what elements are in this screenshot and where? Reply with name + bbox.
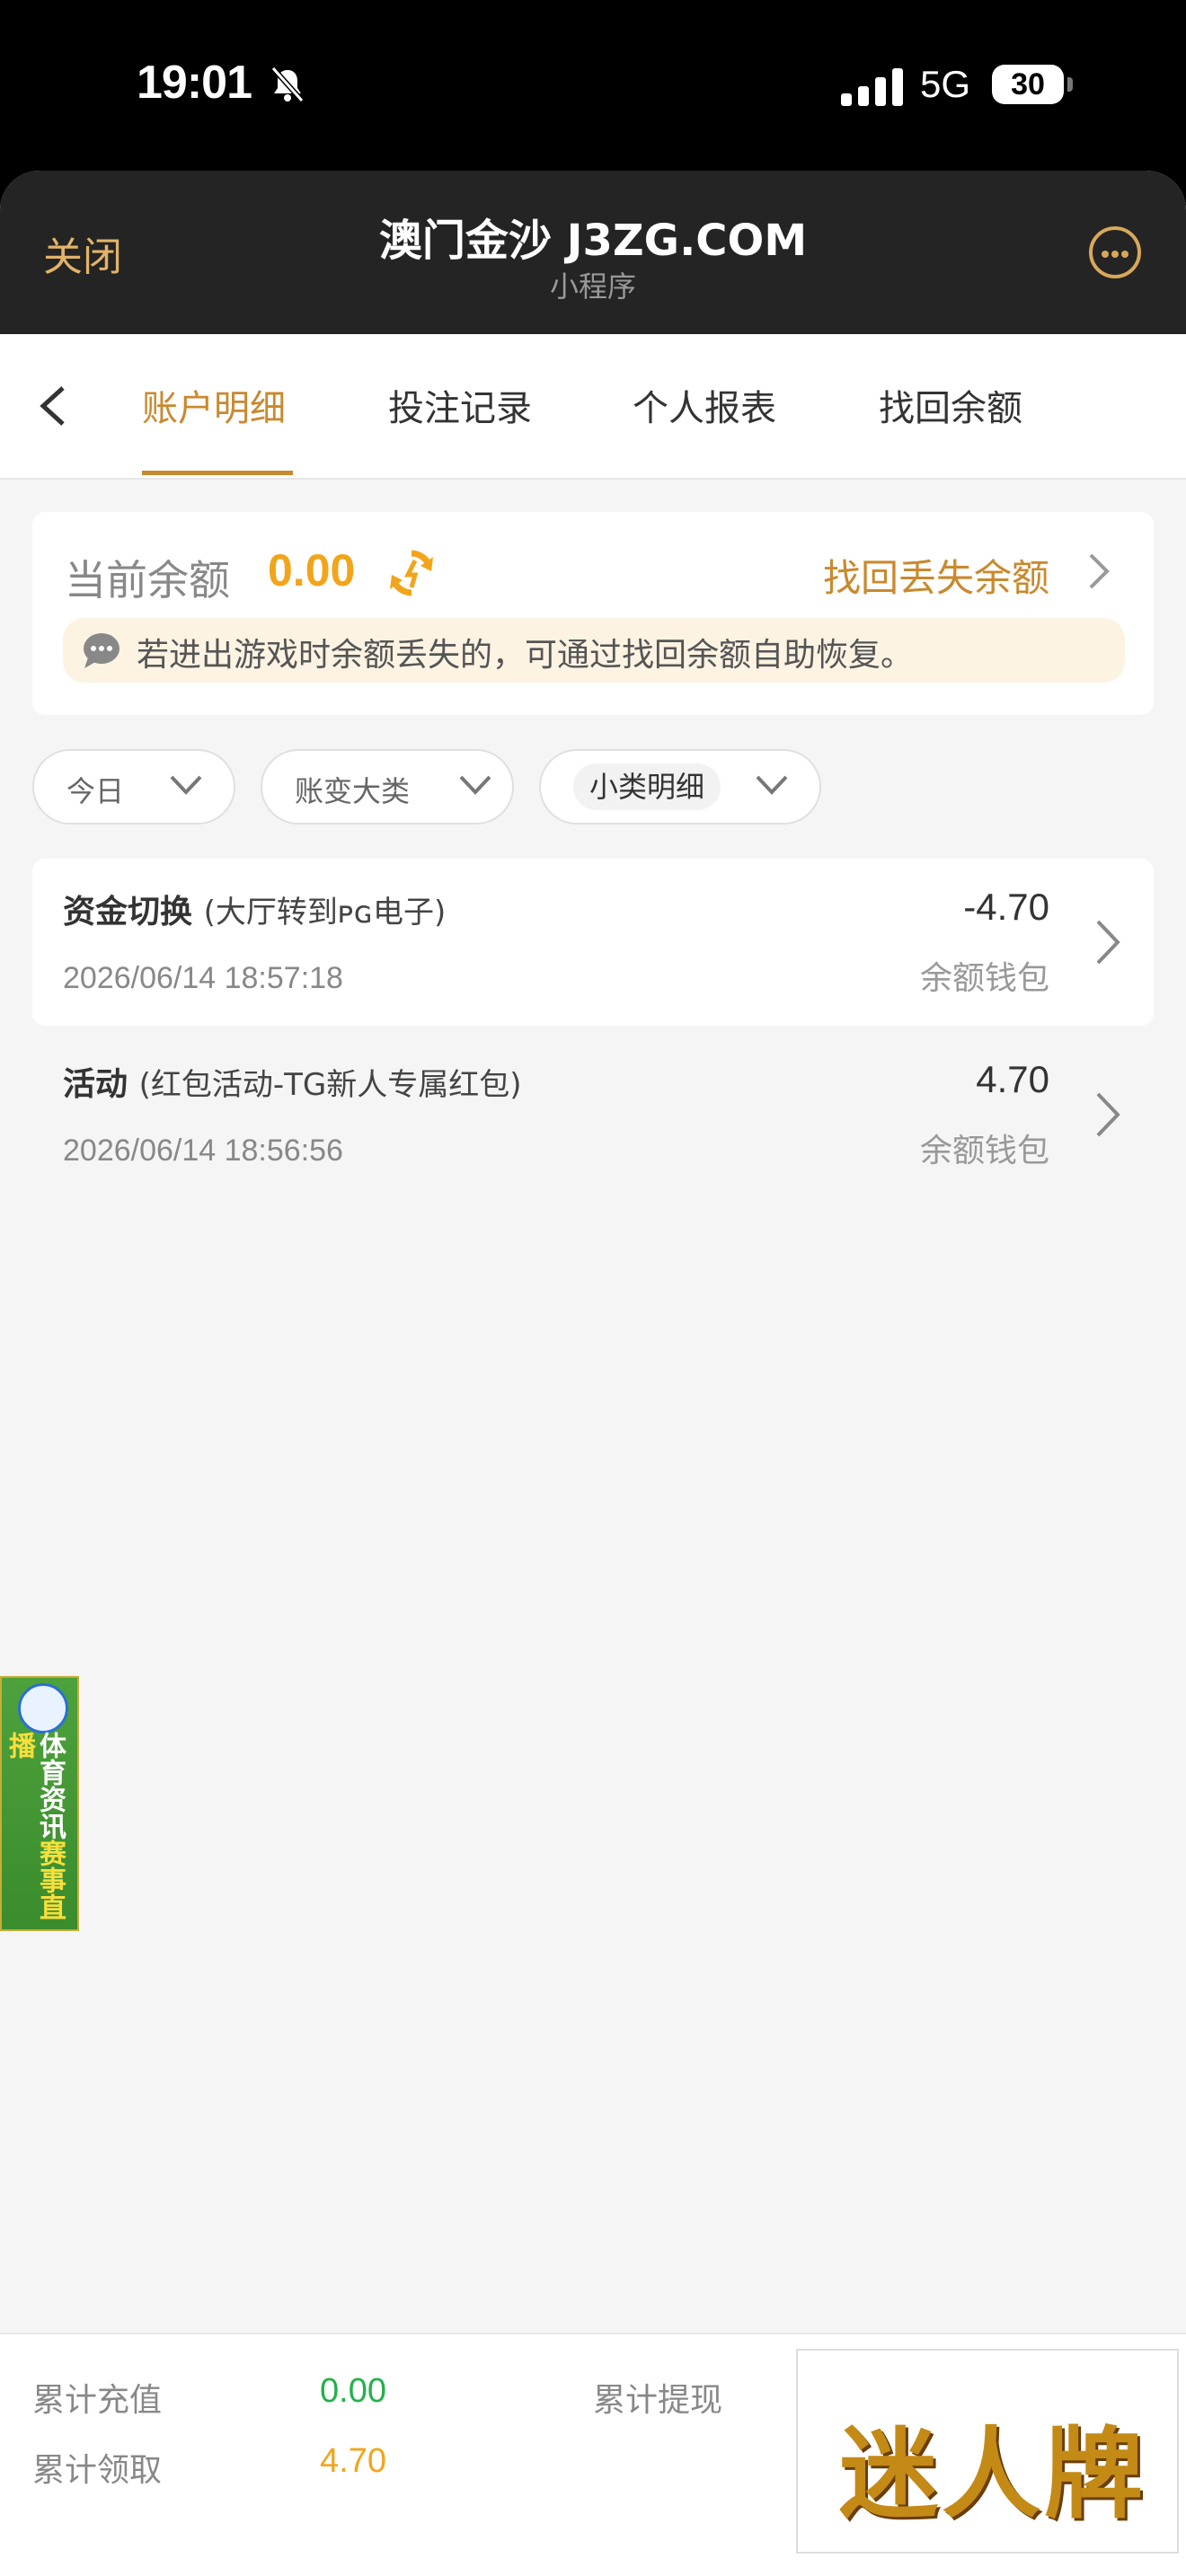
chevron-down-icon: [756, 775, 788, 795]
balance-label: 当前余额: [65, 556, 230, 604]
summary-footer: 累计充值 0.00 累计提现 累计领取 4.70 迷人牌: [0, 2333, 1186, 2576]
transaction-wallet: 余额钱包: [919, 960, 1049, 997]
promo-text: 体育资讯赛事直播: [4, 1732, 66, 1929]
transaction-row[interactable]: 资金切换 (大厅转到ᴘɢ电子) 2026/06/14 18:57:18 -4.7…: [32, 859, 1154, 1026]
transaction-detail: (大厅转到ᴘɢ电子): [203, 895, 447, 931]
filter-category-label: 账变大类: [295, 774, 411, 808]
tab-recover-balance[interactable]: 找回余额: [879, 379, 1022, 431]
silent-bell-icon: [270, 66, 305, 102]
brand-logo: 迷人牌: [796, 2349, 1179, 2554]
tab-personal-report[interactable]: 个人报表: [633, 379, 776, 431]
active-tab-indicator: [142, 471, 293, 475]
transaction-title-line: 资金切换 (大厅转到ᴘɢ电子): [63, 886, 446, 932]
chevron-right-icon: [1096, 1092, 1120, 1137]
mascot-icon: [18, 1683, 68, 1734]
filter-date-dropdown[interactable]: 今日: [32, 749, 235, 825]
balance-card: 当前余额 0.00 找回丢失余额 若进出游戏时余额丢失的，可通过找回余额自助恢复…: [32, 512, 1154, 715]
filter-subcategory-label: 小类明细: [573, 763, 721, 810]
transaction-detail: (红包活动-TG新人专属红包): [138, 1067, 522, 1103]
battery-icon: 30: [992, 65, 1073, 104]
transaction-amount: -4.70: [963, 886, 1049, 928]
total-claim-value: 4.70: [320, 2442, 386, 2480]
status-bar: 19:01 5G 30: [0, 0, 1186, 171]
signal-icon: [841, 68, 903, 106]
page-subtitle: 小程序: [549, 269, 636, 304]
balance-amount: 0.00: [268, 545, 356, 595]
transaction-time: 2026/06/14 18:56:56: [63, 1134, 343, 1168]
refresh-icon[interactable]: [386, 548, 437, 598]
recover-lost-balance-link[interactable]: 找回丢失余额: [823, 548, 1049, 603]
chevron-down-icon: [170, 775, 202, 795]
back-arrow-icon[interactable]: [36, 384, 72, 428]
tab-bar: 账户明细 投注记录 个人报表 找回余额: [0, 334, 1186, 480]
chevron-right-icon[interactable]: [1085, 551, 1112, 591]
filter-date-label: 今日: [66, 774, 125, 808]
top-nav-bar: 关闭 澳门金沙 J3ZG.COM 小程序: [0, 171, 1186, 334]
balance-tip: 若进出游戏时余额丢失的，可通过找回余额自助恢复。: [63, 618, 1125, 683]
chevron-right-icon: [1096, 920, 1120, 965]
total-recharge-label: 累计充值: [32, 2382, 163, 2419]
transaction-amount: 4.70: [976, 1058, 1049, 1100]
transaction-row[interactable]: 活动 (红包活动-TG新人专属红包) 2026/06/14 18:56:56 4…: [32, 1031, 1154, 1198]
status-time: 19:01: [137, 57, 252, 109]
total-recharge-value: 0.00: [320, 2372, 386, 2410]
filter-subcategory-dropdown[interactable]: 小类明细: [539, 749, 821, 825]
tab-account-details[interactable]: 账户明细: [142, 379, 286, 431]
tab-bet-records[interactable]: 投注记录: [388, 379, 532, 431]
more-options-icon[interactable]: [1089, 226, 1141, 278]
transaction-time: 2026/06/14 18:57:18: [63, 961, 343, 995]
mini-program-sheet: 关闭 澳门金沙 J3ZG.COM 小程序 账户明细 投注记录 个人报表 找回余额…: [0, 171, 1186, 2576]
transaction-title-line: 活动 (红包活动-TG新人专属红包): [63, 1058, 521, 1105]
transaction-type: 活动: [63, 1066, 128, 1103]
page-title: 澳门金沙 J3ZG.COM: [378, 216, 808, 266]
brand-logo-text: 迷人牌: [839, 2416, 1146, 2532]
transaction-wallet: 余额钱包: [919, 1133, 1049, 1169]
total-claim-label: 累计领取: [32, 2452, 163, 2489]
sports-promo-banner[interactable]: 体育资讯赛事直播: [0, 1676, 79, 1931]
chevron-down-icon: [459, 775, 491, 795]
filter-category-dropdown[interactable]: 账变大类: [261, 749, 514, 825]
tip-text: 若进出游戏时余额丢失的，可通过找回余额自助恢复。: [137, 637, 914, 674]
chat-bubble-icon: [84, 633, 119, 668]
promo-line-1: 体育资讯: [34, 1732, 66, 1839]
total-withdraw-label: 累计提现: [593, 2382, 723, 2419]
transaction-type: 资金切换: [63, 894, 193, 931]
network-type: 5G: [920, 63, 971, 105]
